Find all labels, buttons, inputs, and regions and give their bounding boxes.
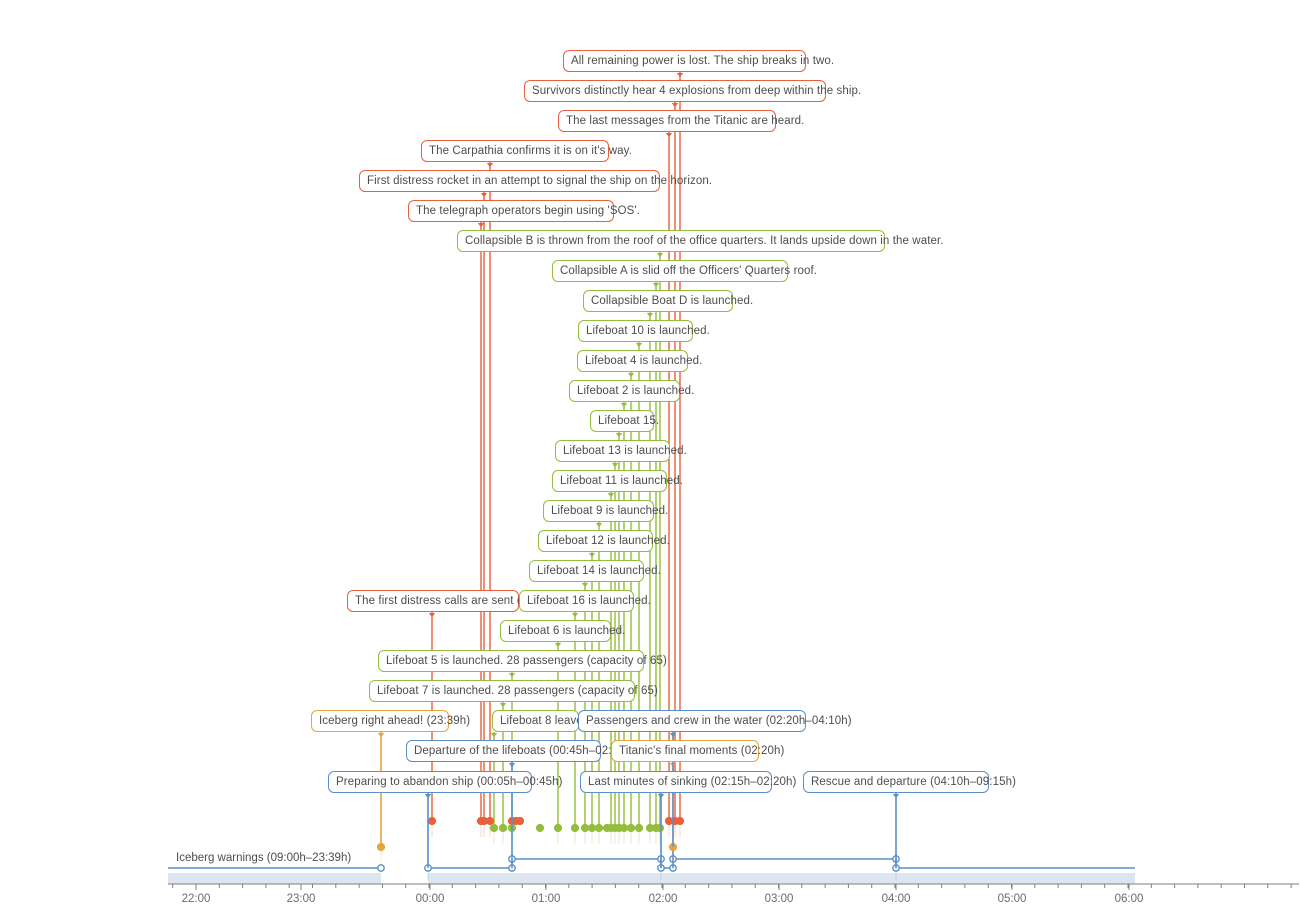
event-label-e22[interactable]: Lifeboat 5 is launched. 28 passengers (c… xyxy=(378,650,667,672)
dot-green xyxy=(594,823,604,833)
axis-tick-3: 01:00 xyxy=(531,893,561,905)
dot-green xyxy=(535,823,545,833)
event-label-e08[interactable]: Collapsible A is slid off the Officers' … xyxy=(552,260,817,282)
axis-tick-4: 02:00 xyxy=(648,893,678,905)
event-label-e30[interactable]: Last minutes of sinking (02:15h–02:20h) xyxy=(580,771,796,793)
dot-green xyxy=(570,823,580,833)
event-label-e02[interactable]: Survivors distinctly hear 4 explosions f… xyxy=(524,80,861,102)
lifeboat-departure-row xyxy=(508,855,665,863)
event-label-e27[interactable]: Departure of the lifeboats (00:45h–02:05… xyxy=(406,740,635,762)
axis-tick-1: 23:00 xyxy=(286,893,316,905)
event-label-e29[interactable]: Preparing to abandon ship (00:05h–00:45h… xyxy=(328,771,563,793)
event-label-e01[interactable]: All remaining power is lost. The ship br… xyxy=(563,50,834,72)
axis-tick-2: 00:00 xyxy=(415,893,445,905)
iceberg-warnings-row xyxy=(168,864,385,872)
axis-tick-6: 04:00 xyxy=(881,893,911,905)
event-label-e16[interactable]: Lifeboat 9 is launched. xyxy=(543,500,668,522)
event-label-e23[interactable]: Lifeboat 7 is launched. 28 passengers (c… xyxy=(369,680,658,702)
event-label-e17[interactable]: Lifeboat 12 is launched. xyxy=(538,530,670,552)
event-label-e12[interactable]: Lifeboat 2 is launched. xyxy=(569,380,694,402)
dot-green xyxy=(587,823,597,833)
people-in-water-row-shade xyxy=(673,873,896,884)
prepare-abandon-row xyxy=(424,864,516,872)
prepare-abandon-row-shade xyxy=(428,873,512,884)
dot-green xyxy=(498,823,508,833)
dot-red xyxy=(427,816,437,826)
event-label-e07[interactable]: Collapsible B is thrown from the roof of… xyxy=(457,230,943,252)
axis-tick-0: 22:00 xyxy=(181,893,211,905)
axis-tick-5: 03:00 xyxy=(764,893,794,905)
dot-green xyxy=(634,823,644,833)
event-label-e13[interactable]: Lifeboat 15. xyxy=(590,410,659,432)
rescue-departure-row-shade xyxy=(896,873,1135,884)
event-label-e10[interactable]: Lifeboat 10 is launched. xyxy=(578,320,710,342)
event-label-e21[interactable]: Lifeboat 6 is launched. xyxy=(500,620,625,642)
event-label-e15[interactable]: Lifeboat 11 is launched. xyxy=(552,470,683,492)
dot-red xyxy=(675,816,685,826)
event-label-e25[interactable]: Lifeboat 8 leaves. xyxy=(492,710,579,732)
rescue-departure-row xyxy=(892,864,1135,872)
event-label-e20[interactable]: Lifeboat 16 is launched. xyxy=(519,590,651,612)
event-label-e24[interactable]: Iceberg right ahead! (23:39h) xyxy=(311,710,470,732)
event-label-e28[interactable]: Titanic's final moments (02:20h) xyxy=(611,740,784,762)
event-label-e19[interactable]: The first distress calls are sent out. xyxy=(347,590,536,612)
event-label-e04[interactable]: The Carpathia confirms it is on it's way… xyxy=(421,140,632,162)
event-label-e11[interactable]: Lifeboat 4 is launched. xyxy=(577,350,702,372)
event-label-e31[interactable]: Rescue and departure (04:10h–09:15h) xyxy=(803,771,1016,793)
event-label-e06[interactable]: The telegraph operators begin using 'SOS… xyxy=(408,200,640,222)
final-minutes-row-shade xyxy=(661,873,673,884)
dot-green xyxy=(619,823,629,833)
event-label-e26[interactable]: Passengers and crew in the water (02:20h… xyxy=(578,710,852,732)
event-label-e09[interactable]: Collapsible Boat D is launched. xyxy=(583,290,753,312)
dot-green xyxy=(626,823,636,833)
people-in-water-row xyxy=(669,855,900,863)
range-band-label: Iceberg warnings (09:00h–23:39h) xyxy=(176,852,352,864)
timeline-visualization: All remaining power is lost. The ship br… xyxy=(0,0,1300,905)
iceberg-warnings-row-shade xyxy=(168,873,381,884)
event-stem-e04 xyxy=(486,162,494,837)
event-label-e05[interactable]: First distress rocket in an attempt to s… xyxy=(359,170,712,192)
dot-green xyxy=(580,823,590,833)
dot-red xyxy=(515,816,525,826)
dot-red xyxy=(485,816,495,826)
event-label-e14[interactable]: Lifeboat 13 is launched. xyxy=(555,440,687,462)
lifeboat-departure-row-shade xyxy=(512,873,661,884)
event-label-e18[interactable]: Lifeboat 14 is launched. xyxy=(529,560,661,582)
event-label-e03[interactable]: The last messages from the Titanic are h… xyxy=(558,110,804,132)
dot-green xyxy=(489,823,499,833)
axis-tick-7: 05:00 xyxy=(997,893,1027,905)
dot-green xyxy=(553,823,563,833)
axis-tick-8: 06:00 xyxy=(1114,893,1144,905)
dot-green xyxy=(655,823,665,833)
